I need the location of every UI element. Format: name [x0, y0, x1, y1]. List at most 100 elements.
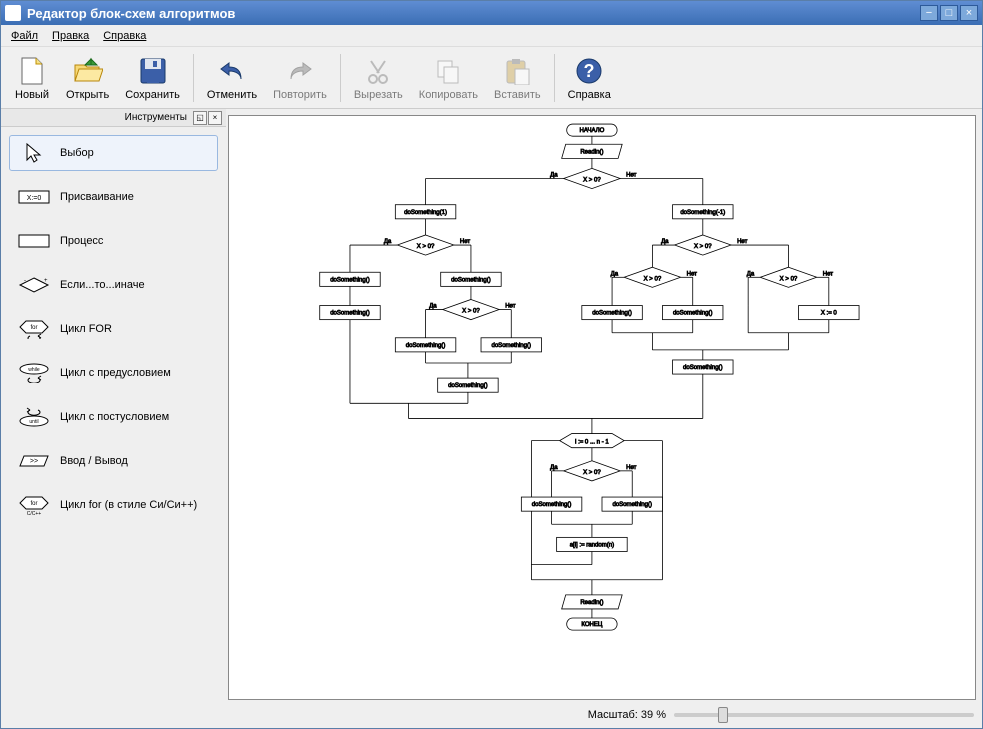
- new-button[interactable]: Новый: [7, 49, 57, 107]
- cut-scissors-icon: [362, 55, 394, 87]
- minimize-button[interactable]: −: [920, 5, 938, 21]
- redo-icon: [284, 55, 316, 87]
- svg-text:Нет: Нет: [687, 271, 698, 277]
- svg-text:until: until: [29, 419, 38, 425]
- svg-text:X > 0?: X > 0?: [583, 470, 601, 476]
- menubar: Файл Правка Справка: [1, 25, 982, 47]
- for-loop-icon: for: [18, 318, 50, 340]
- svg-text:Да: Да: [429, 304, 437, 310]
- svg-text:НАЧАЛО: НАЧАЛО: [580, 128, 605, 134]
- copy-icon: [432, 55, 464, 87]
- svg-text:X := 0: X := 0: [821, 311, 838, 317]
- assignment-icon: X:=0: [18, 186, 50, 208]
- until-loop-icon: until: [18, 406, 50, 428]
- svg-text:Да: Да: [747, 271, 755, 277]
- svg-text:doSomething(): doSomething(): [448, 383, 488, 389]
- svg-text:Нет: Нет: [505, 304, 516, 310]
- svg-text:while: while: [28, 367, 40, 373]
- svg-text:Нет: Нет: [823, 271, 834, 277]
- svg-text:Readln(): Readln(): [580, 600, 603, 606]
- toolbar-separator: [554, 54, 555, 102]
- redo-button[interactable]: Повторить: [266, 49, 334, 107]
- tool-c-for[interactable]: forC/C++ Цикл for (в стиле Си/Си++): [9, 487, 218, 523]
- svg-text:doSomething(): doSomething(): [491, 343, 531, 349]
- svg-text:doSomething(-1): doSomething(-1): [680, 210, 725, 216]
- copy-button[interactable]: Копировать: [412, 49, 485, 107]
- svg-text:a[i] := random(n): a[i] := random(n): [570, 542, 614, 548]
- save-floppy-icon: [137, 55, 169, 87]
- help-button[interactable]: ? Справка: [561, 49, 618, 107]
- svg-text:doSomething(): doSomething(): [592, 311, 632, 317]
- tool-process[interactable]: Процесс: [9, 223, 218, 259]
- help-question-icon: ?: [573, 55, 605, 87]
- svg-text:X > 0?: X > 0?: [694, 244, 712, 250]
- svg-text:-: -: [24, 278, 26, 284]
- tool-io[interactable]: >> Ввод / Вывод: [9, 443, 218, 479]
- canvas-area: НАЧАЛО Readln() X > 0? Да Нет doSomethin…: [226, 109, 982, 728]
- diamond-icon: -+: [18, 274, 50, 296]
- svg-text:+: +: [44, 278, 48, 284]
- svg-text:for: for: [30, 325, 37, 331]
- svg-text:Да: Да: [550, 172, 558, 178]
- maximize-button[interactable]: □: [940, 5, 958, 21]
- tool-assignment[interactable]: X:=0 Присваивание: [9, 179, 218, 215]
- while-loop-icon: while: [18, 362, 50, 384]
- body-area: Инструменты ◱ × Выбор X:=0 Присв: [1, 109, 982, 728]
- svg-text:doSomething(): doSomething(): [451, 277, 491, 283]
- svg-text:>>: >>: [30, 458, 38, 465]
- svg-text:X > 0?: X > 0?: [462, 309, 480, 315]
- window-controls: − □ ×: [920, 5, 978, 21]
- menu-file[interactable]: Файл: [5, 28, 44, 44]
- svg-text:C/C++: C/C++: [27, 511, 42, 515]
- svg-text:КОНЕЦ: КОНЕЦ: [581, 622, 603, 628]
- window-title: Редактор блок-схем алгоритмов: [27, 6, 920, 21]
- new-file-icon: [16, 55, 48, 87]
- statusbar: Масштаб: 39 %: [226, 702, 982, 728]
- svg-text:for: for: [30, 501, 37, 507]
- zoom-label: Масштаб: 39 %: [588, 709, 666, 721]
- paste-clipboard-icon: [501, 55, 533, 87]
- svg-text:X:=0: X:=0: [27, 195, 42, 202]
- tool-while[interactable]: while Цикл с предусловием: [9, 355, 218, 391]
- open-button[interactable]: Открыть: [59, 49, 116, 107]
- io-parallelogram-icon: >>: [18, 450, 50, 472]
- menu-edit[interactable]: Правка: [46, 28, 95, 44]
- svg-text:Да: Да: [661, 239, 669, 245]
- titlebar[interactable]: Редактор блок-схем алгоритмов − □ ×: [1, 1, 982, 25]
- svg-text:X > 0?: X > 0?: [583, 178, 601, 184]
- flowchart-svg: НАЧАЛО Readln() X > 0? Да Нет doSomethin…: [229, 116, 975, 681]
- c-for-loop-icon: for C/C++: [18, 494, 50, 516]
- undo-button[interactable]: Отменить: [200, 49, 264, 107]
- cursor-icon: [18, 142, 50, 164]
- svg-text:doSomething(): doSomething(): [612, 502, 652, 508]
- svg-text:doSomething(): doSomething(): [330, 311, 370, 317]
- window: Редактор блок-схем алгоритмов − □ × Файл…: [0, 0, 983, 729]
- cut-button[interactable]: Вырезать: [347, 49, 410, 107]
- svg-text:Нет: Нет: [626, 172, 637, 178]
- panel-dock-button[interactable]: ◱: [193, 111, 207, 125]
- toolbar-separator: [193, 54, 194, 102]
- svg-text:Да: Да: [550, 465, 558, 471]
- tools-panel-title: Инструменты: [5, 112, 193, 123]
- flowchart-canvas[interactable]: НАЧАЛО Readln() X > 0? Да Нет doSomethin…: [228, 115, 976, 700]
- svg-text:Да: Да: [384, 239, 392, 245]
- save-button[interactable]: Сохранить: [118, 49, 187, 107]
- svg-text:doSomething(): doSomething(): [673, 311, 713, 317]
- tool-until[interactable]: until Цикл с постусловием: [9, 399, 218, 435]
- svg-text:doSomething(): doSomething(): [330, 277, 370, 283]
- panel-close-button[interactable]: ×: [208, 111, 222, 125]
- toolbar: Новый Открыть Сохранить Отменить Повтор: [1, 47, 982, 109]
- close-button[interactable]: ×: [960, 5, 978, 21]
- svg-text:Нет: Нет: [626, 465, 637, 471]
- app-icon: [5, 5, 21, 21]
- svg-text:X > 0?: X > 0?: [417, 244, 435, 250]
- tools-panel: Инструменты ◱ × Выбор X:=0 Присв: [1, 109, 226, 728]
- paste-button[interactable]: Вставить: [487, 49, 548, 107]
- tool-select[interactable]: Выбор: [9, 135, 218, 171]
- svg-text:i := 0 ... n - 1: i := 0 ... n - 1: [575, 440, 609, 446]
- tools-list: Выбор X:=0 Присваивание Процесс -+: [1, 127, 226, 728]
- tool-if-else[interactable]: -+ Если...то...иначе: [9, 267, 218, 303]
- tool-for[interactable]: for Цикл FOR: [9, 311, 218, 347]
- zoom-slider[interactable]: [674, 713, 974, 717]
- menu-help[interactable]: Справка: [97, 28, 152, 44]
